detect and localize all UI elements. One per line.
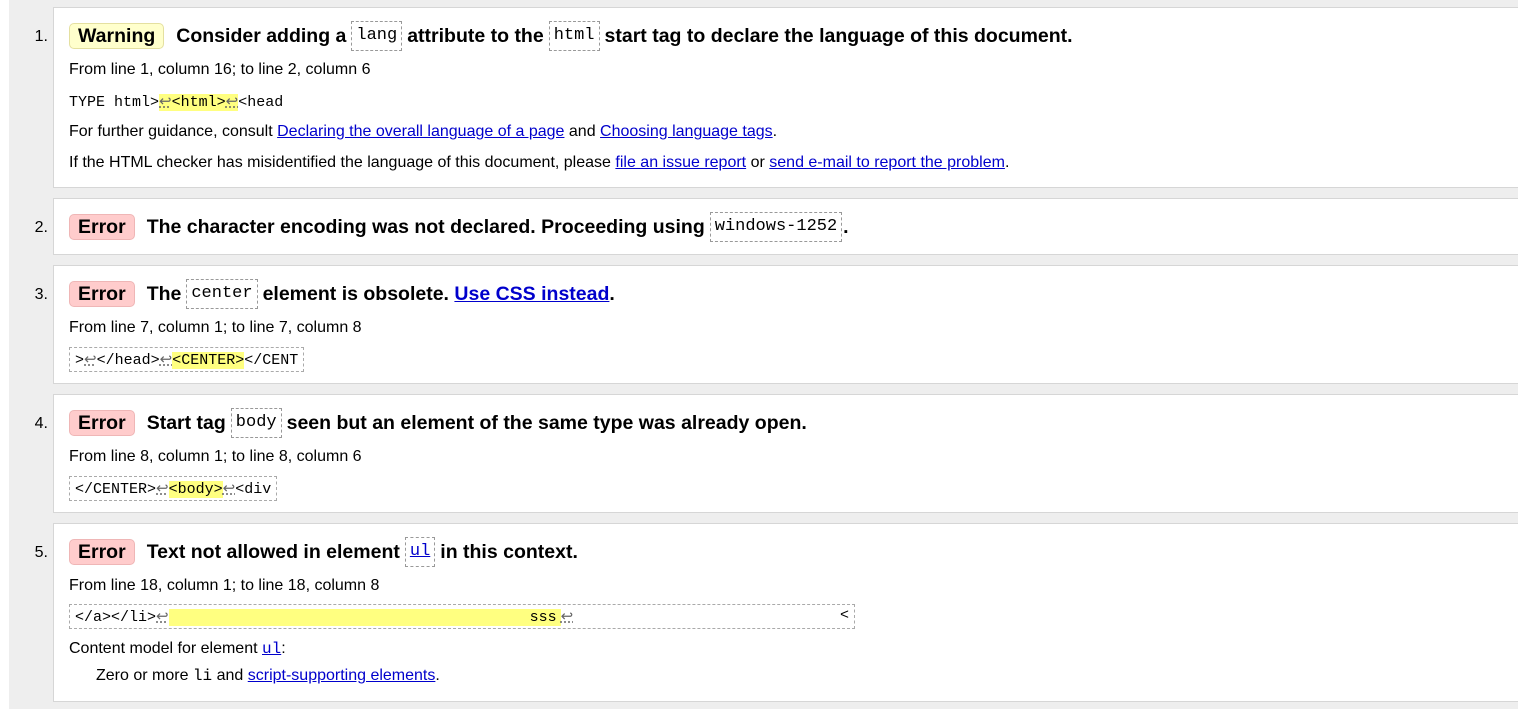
newline-marker: ↩ (84, 352, 97, 369)
extract-text: > (75, 352, 85, 369)
message-number: 1. (34, 28, 48, 45)
link-declaring-language[interactable]: Declaring the overall language of a page (277, 123, 564, 140)
message-error-body: 4. Error Start tag body seen but an elem… (35, 394, 1518, 513)
newline-marker: ↩ (156, 609, 169, 626)
link-send-email[interactable]: send e-mail to report the problem (769, 154, 1005, 171)
code-html: html (548, 21, 600, 51)
message-warning-lang: 1. Warning Consider adding a lang attrib… (35, 7, 1518, 188)
message-error-encoding: 2. Error The character encoding was not … (35, 198, 1518, 255)
code-body: body (230, 408, 282, 438)
content-model-text: Content model for element (69, 640, 258, 657)
extract-text: <head (238, 94, 284, 111)
title-text: in this context. (440, 540, 578, 563)
newline-marker: ↩ (159, 352, 173, 369)
link-ul-element[interactable]: ul (410, 542, 430, 561)
message-title: Error Text not allowed in element ul in … (69, 536, 578, 568)
message-title: Error The center element is obsolete. Us… (69, 278, 615, 310)
newline-marker: ↩ (159, 94, 172, 111)
error-badge: Error (69, 281, 135, 307)
guidance-end: . (772, 123, 778, 140)
error-badge: Error (69, 539, 135, 565)
newline-marker: ↩ (222, 481, 236, 498)
message-number: 5. (34, 544, 48, 561)
left-gutter (0, 0, 9, 709)
newline-marker: ↩ (560, 609, 574, 626)
message-number: 2. (34, 219, 48, 236)
content-model-text: . (435, 667, 440, 684)
message-title: Warning Consider adding a lang attribute… (69, 20, 1073, 52)
message-title: Error Start tag body seen but an element… (69, 407, 807, 439)
link-choosing-language-tags[interactable]: Choosing language tags (600, 123, 773, 140)
title-text: The character encoding was not declared.… (146, 215, 705, 238)
source-extract: TYPE html>↩<html>↩<head (69, 90, 283, 113)
code-center: center (186, 279, 258, 309)
newline-marker: ↩ (225, 94, 239, 111)
extract-text: <div (235, 481, 272, 498)
misidentified-end: . (1004, 154, 1010, 171)
link-script-supporting-elements[interactable]: script-supporting elements (248, 667, 436, 684)
misidentified-prefix: If the HTML checker has misidentified th… (69, 154, 611, 171)
location-text: From line 7, column 1; to line 7, column… (69, 319, 362, 336)
guidance-and: and (568, 123, 596, 140)
message-title: Error The character encoding was not dec… (69, 211, 849, 243)
title-text: . (609, 282, 615, 305)
content-model-description: Zero or more li and script-supporting el… (96, 667, 440, 685)
extract-text: </CENTER> (75, 481, 157, 498)
source-extract: </CENTER>↩<body>↩<div (69, 476, 278, 501)
content-model-text: : (281, 640, 286, 657)
guidance-prefix: For further guidance, consult (69, 123, 273, 140)
message-error-ul-text: 5. Error Text not allowed in element ul … (35, 523, 1518, 702)
message-number: 3. (34, 286, 48, 303)
location-text: From line 8, column 1; to line 8, column… (69, 448, 362, 465)
location-text: From line 18, column 1; to line 18, colu… (69, 577, 380, 594)
extract-highlight: <CENTER> (172, 352, 245, 369)
title-text: . (843, 215, 849, 238)
misidentified-or: or (750, 154, 765, 171)
title-text: Text not allowed in element (146, 540, 400, 563)
location-text: From line 1, column 16; to line 2, colum… (69, 61, 371, 78)
title-text: element is obsolete. (262, 282, 449, 305)
title-text: start tag to declare the language of thi… (604, 24, 1073, 47)
source-extract: </a></li>↩ sss ↩ < (69, 604, 855, 629)
newline-marker: ↩ (156, 481, 169, 498)
code-lang: lang (351, 21, 403, 51)
error-badge: Error (69, 410, 135, 436)
code-li: li (192, 667, 213, 685)
title-text: attribute to the (407, 24, 544, 47)
link-file-issue[interactable]: file an issue report (615, 154, 746, 171)
extract-highlight: <html> (171, 94, 226, 111)
content-model-text: and (216, 667, 244, 684)
guidance-text: For further guidance, consult Declaring … (69, 123, 777, 141)
extract-highlight: <body> (168, 481, 223, 498)
extract-highlight: sss (168, 609, 561, 626)
content-model-text: Zero or more (96, 667, 189, 684)
title-text: seen but an element of the same type was… (286, 411, 807, 434)
extract-text: </head> (96, 352, 160, 369)
extract-text: </a></li> (75, 609, 157, 626)
warning-badge: Warning (69, 23, 165, 49)
extract-text: < (839, 607, 849, 624)
source-extract: >↩</head>↩<CENTER></CENT (69, 347, 305, 372)
title-text: The (146, 282, 182, 305)
extract-highlight-text: sss (529, 609, 557, 626)
link-use-css-instead[interactable]: Use CSS instead (454, 283, 609, 306)
extract-text: TYPE html> (69, 94, 160, 111)
link-ul-element[interactable]: ul (262, 640, 281, 658)
message-error-center: 3. Error The center element is obsolete.… (35, 265, 1518, 384)
code-ul: ul (404, 537, 436, 567)
error-badge: Error (69, 214, 135, 240)
misidentified-text: If the HTML checker has misidentified th… (69, 154, 1009, 172)
extract-text: </CENT (244, 352, 299, 369)
code-windows-1252: windows-1252 (709, 212, 843, 242)
title-text: Consider adding a (176, 24, 347, 47)
content-model-heading: Content model for element ul: (69, 640, 286, 658)
message-number: 4. (34, 415, 48, 432)
title-text: Start tag (146, 411, 226, 434)
